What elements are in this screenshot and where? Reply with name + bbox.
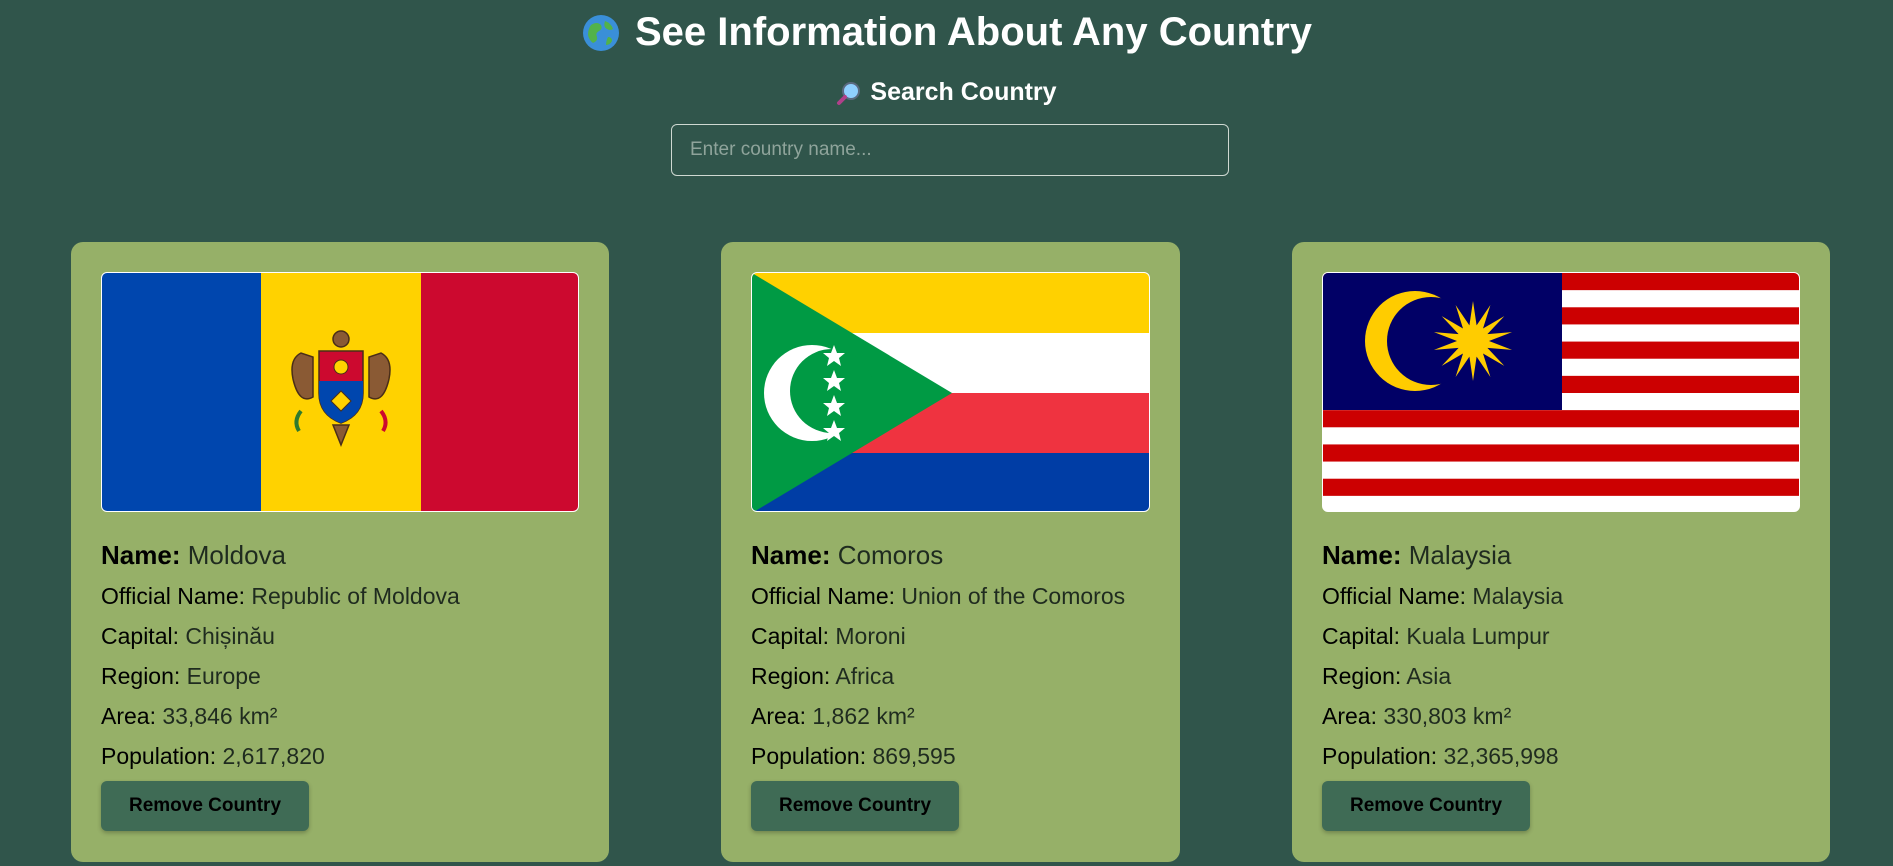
magnifier-icon (836, 80, 862, 106)
name-row: Name: Malaysia (1322, 540, 1512, 570)
page-title: See Information About Any Country (0, 10, 1893, 55)
area-row: Area: 33,846 km² (101, 703, 278, 729)
country-name: Moldova (187, 540, 286, 570)
region-value: Asia (1406, 663, 1452, 689)
country-name: Comoros (837, 540, 944, 570)
region-value: Europe (186, 663, 261, 689)
official-name-value: Malaysia (1472, 583, 1564, 609)
country-info: Name: Comoros Official Name: Union of th… (751, 534, 1160, 776)
remove-country-button[interactable]: Remove Country (101, 781, 309, 831)
country-name: Malaysia (1408, 540, 1512, 570)
capital-value: Chișinău (185, 623, 275, 649)
population-row: Population: 2,617,820 (101, 743, 325, 769)
country-card: Name: Comoros Official Name: Union of th… (721, 242, 1180, 862)
country-card: Name: Malaysia Official Name: Malaysia C… (1292, 242, 1830, 862)
area-value: 1,862 km² (812, 703, 915, 729)
page-title-text: See Information About Any Country (634, 10, 1313, 54)
search-label-text: Search Country (870, 78, 1057, 106)
capital-row: Capital: Moroni (751, 623, 906, 649)
official-name-value: Republic of Moldova (251, 583, 460, 609)
official-name-row: Official Name: Republic of Moldova (101, 583, 460, 609)
name-row: Name: Comoros (751, 540, 944, 570)
official-name-row: Official Name: Malaysia (1322, 583, 1564, 609)
capital-value: Moroni (835, 623, 906, 649)
globe-icon (581, 13, 621, 53)
area-row: Area: 1,862 km² (751, 703, 915, 729)
official-name-row: Official Name: Union of the Comoros (751, 583, 1126, 609)
remove-country-button[interactable]: Remove Country (1322, 781, 1530, 831)
region-row: Region: Asia (1322, 663, 1452, 689)
remove-country-button[interactable]: Remove Country (751, 781, 959, 831)
comoros-flag (751, 272, 1150, 512)
search-label: Search Country (0, 78, 1893, 107)
area-value: 330,803 km² (1383, 703, 1512, 729)
official-name-value: Union of the Comoros (901, 583, 1126, 609)
name-row: Name: Moldova (101, 540, 286, 570)
population-value: 869,595 (872, 743, 956, 769)
capital-row: Capital: Kuala Lumpur (1322, 623, 1550, 649)
population-row: Population: 869,595 (751, 743, 956, 769)
population-value: 32,365,998 (1443, 743, 1559, 769)
moldova-flag (101, 272, 579, 512)
area-value: 33,846 km² (162, 703, 278, 729)
capital-value: Kuala Lumpur (1406, 623, 1550, 649)
malaysia-flag (1322, 272, 1800, 512)
search-input[interactable] (671, 124, 1229, 176)
country-info: Name: Moldova Official Name: Republic of… (101, 534, 589, 776)
region-value: Africa (835, 663, 895, 689)
population-value: 2,617,820 (222, 743, 325, 769)
population-row: Population: 32,365,998 (1322, 743, 1559, 769)
country-card: Name: Moldova Official Name: Republic of… (71, 242, 609, 862)
area-row: Area: 330,803 km² (1322, 703, 1512, 729)
region-row: Region: Africa (751, 663, 895, 689)
capital-row: Capital: Chișinău (101, 623, 275, 649)
country-info: Name: Malaysia Official Name: Malaysia C… (1322, 534, 1810, 776)
region-row: Region: Europe (101, 663, 261, 689)
